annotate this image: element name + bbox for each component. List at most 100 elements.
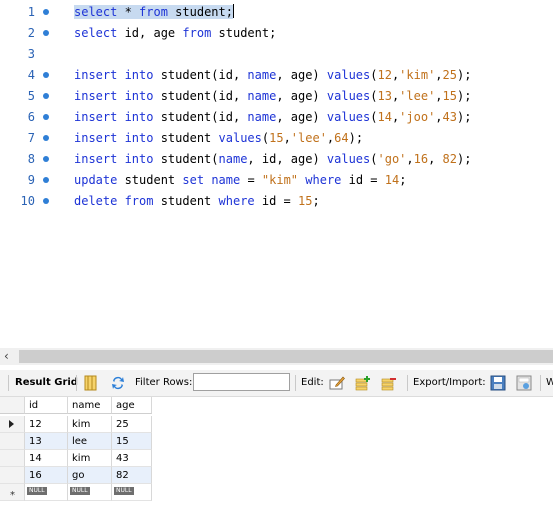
sql-text: student; (167, 5, 233, 19)
code-text: insert into student(name, id, age) value… (74, 149, 471, 170)
sql-text: ; (312, 194, 320, 208)
code-line[interactable]: 3 (0, 44, 553, 65)
code-line[interactable]: 8 insert into student(name, id, age) valu… (0, 149, 553, 170)
scrollbar-thumb[interactable] (19, 350, 553, 363)
sql-keyword: insert into (74, 152, 154, 166)
sql-keyword: name (247, 110, 277, 124)
sql-keyword: name (247, 68, 277, 82)
sql-literal: 'go' (377, 152, 407, 166)
result-grid-tab[interactable]: Result Grid (15, 370, 78, 396)
sql-text: , (435, 89, 443, 103)
sql-text: , (435, 68, 443, 82)
sql-text: , (435, 110, 443, 124)
grid-cell[interactable]: 82 (112, 467, 152, 484)
statement-marker-icon (43, 114, 49, 120)
horizontal-scrollbar[interactable]: ‹ (0, 348, 553, 365)
sql-text: , age) (276, 68, 327, 82)
row-header[interactable] (0, 416, 25, 433)
sql-literal: 15 (298, 194, 313, 208)
code-line[interactable]: 5 insert into student(id, name, age) valu… (0, 86, 553, 107)
statement-marker-icon (43, 177, 49, 183)
sql-literal: 16 (413, 152, 429, 166)
code-text: insert into student values(15,'lee',64); (74, 128, 363, 149)
code-text: insert into student(id, name, age) value… (74, 107, 471, 128)
sql-text: , (406, 152, 414, 166)
grid-corner[interactable] (0, 397, 25, 414)
code-line[interactable]: 6 insert into student(id, name, age) valu… (0, 107, 553, 128)
code-line[interactable]: 10 delete from student where id = 15; (0, 191, 553, 212)
grid-cell[interactable]: 12 (25, 416, 68, 433)
code-text: insert into student(id, name, age) value… (74, 86, 471, 107)
code-line[interactable]: 2 select id, age from student; (0, 23, 553, 44)
row-header[interactable] (0, 433, 25, 450)
column-header-id[interactable]: id (25, 397, 68, 414)
sql-literal: 14 (377, 110, 392, 124)
line-number: 1 (27, 5, 35, 19)
form-view-icon[interactable] (83, 375, 99, 391)
edit-label: Edit: (301, 377, 324, 388)
sql-text: ( (370, 152, 378, 166)
line-number: 10 (20, 194, 35, 208)
grid-cell[interactable]: 16 (25, 467, 68, 484)
sql-text: , (428, 152, 443, 166)
sql-keyword: where (218, 194, 255, 208)
current-row-icon (9, 420, 14, 428)
column-header-name[interactable]: name (68, 397, 112, 414)
grid-cell[interactable]: kim (68, 416, 112, 433)
result-grid[interactable]: id name age 12 kim 25 13 lee 15 14 kim 43 16 go 82 * NUL… (0, 397, 553, 513)
add-row-icon[interactable] (355, 375, 371, 391)
sql-text: id = (341, 173, 385, 187)
code-line[interactable]: 7 insert into student values(15,'lee',64)… (0, 128, 553, 149)
scroll-left-icon[interactable]: ‹ (4, 349, 9, 364)
grid-cell[interactable]: kim (68, 450, 112, 467)
grid-cell[interactable]: 14 (25, 450, 68, 467)
row-header[interactable] (0, 467, 25, 484)
column-header-age[interactable]: age (112, 397, 152, 414)
null-badge: NULL (27, 487, 47, 495)
code-text: select * from student; (74, 2, 234, 23)
statement-marker-icon (43, 93, 49, 99)
sql-literal: 82 (442, 152, 457, 166)
new-row-marker: * (10, 490, 15, 501)
row-header[interactable] (0, 450, 25, 467)
sql-literal: 12 (377, 68, 392, 82)
grid-cell[interactable]: 13 (25, 433, 68, 450)
grid-cell[interactable]: 15 (112, 433, 152, 450)
toolbar-separator (76, 375, 77, 391)
refresh-icon[interactable] (110, 375, 126, 391)
grid-cell[interactable]: lee (68, 433, 112, 450)
grid-cell[interactable]: go (68, 467, 112, 484)
line-number: 3 (27, 47, 35, 61)
line-number: 6 (27, 110, 35, 124)
code-line[interactable]: 1 select * from student; (0, 2, 553, 23)
filter-rows-label: Filter Rows: (135, 377, 193, 388)
filter-rows-input[interactable] (193, 373, 290, 391)
sql-editor[interactable]: 1 select * from student; 2 select id, age f… (0, 0, 553, 345)
new-row-cell[interactable]: NULL (25, 484, 68, 501)
new-row-header[interactable]: * (0, 484, 25, 501)
sql-keyword: insert into (74, 89, 154, 103)
sql-keyword: update (74, 173, 118, 187)
code-line[interactable]: 4 insert into student(id, name, age) valu… (0, 65, 553, 86)
grid-cell[interactable]: 43 (112, 450, 152, 467)
sql-text: , age) (276, 110, 327, 124)
sql-literal: 13 (377, 89, 392, 103)
new-row-cell[interactable]: NULL (68, 484, 112, 501)
delete-row-icon[interactable] (381, 375, 397, 391)
new-row-cell[interactable]: NULL (112, 484, 152, 501)
code-text: update student set name = "kim" where id… (74, 170, 406, 191)
line-number: 2 (27, 26, 35, 40)
statement-marker-icon (43, 30, 49, 36)
line-number: 5 (27, 89, 35, 103)
toolbar-separator (295, 375, 296, 391)
sql-text: student (153, 131, 219, 145)
sql-keyword: values (326, 110, 371, 124)
export-icon[interactable] (490, 375, 506, 391)
sql-keyword: name (247, 89, 277, 103)
code-line[interactable]: 9 update student set name = "kim" where i… (0, 170, 553, 191)
sql-literal: 'lee' (290, 131, 327, 145)
import-icon[interactable] (516, 375, 532, 391)
truncated-toolbar-label: W (546, 377, 553, 388)
edit-cell-icon[interactable] (329, 375, 345, 391)
grid-cell[interactable]: 25 (112, 416, 152, 433)
